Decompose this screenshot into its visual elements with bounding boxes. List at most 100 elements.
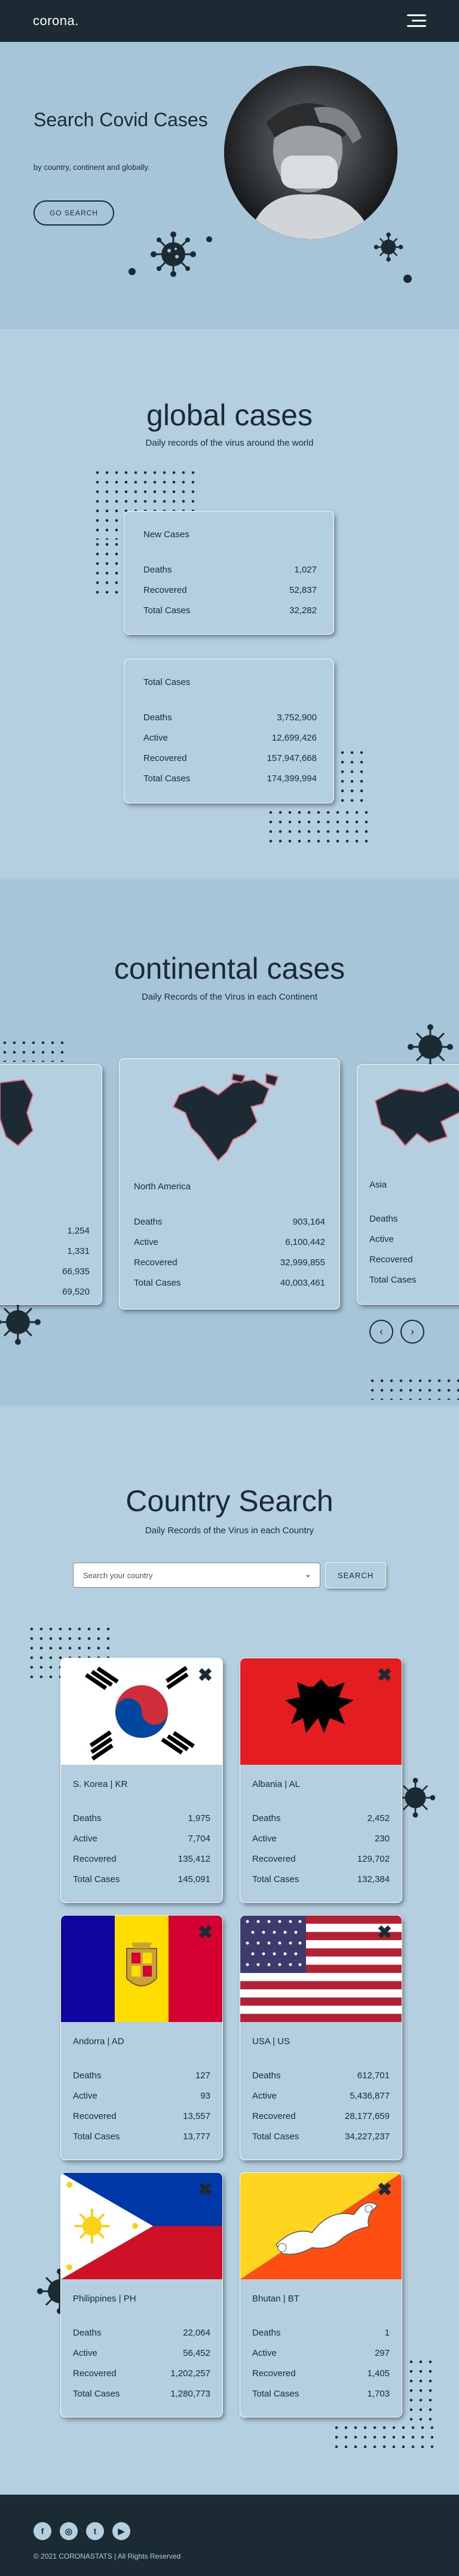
- dot-pattern: [266, 808, 368, 844]
- total-cases-card: Total Cases Deaths 3,752,900 Active 12,699…: [124, 659, 333, 803]
- twitter-icon[interactable]: t: [86, 2522, 104, 2540]
- stats-list: Deaths 3,752,900 Active 12,699,426 Recover…: [143, 707, 317, 788]
- virus-icon: [403, 275, 412, 283]
- stat-row: Deaths 3,752,900: [143, 712, 317, 723]
- continent-card-north-america[interactable]: North America Deaths 903,164 Active 6,100,…: [120, 1059, 339, 1309]
- stat-row: Total Cases 13,777: [73, 2131, 210, 2142]
- country-card-al[interactable]: ✖ Albania | AL Deaths 2,452 Active 230 Rec…: [240, 1658, 402, 1902]
- stat-row: Deaths 903,164: [134, 1216, 325, 1227]
- continental-section: continental cases Daily Records of the V…: [0, 879, 459, 1406]
- stat-row: 66,935: [62, 1266, 90, 1277]
- close-icon[interactable]: ✖: [198, 2181, 213, 2199]
- country-card-kr[interactable]: ✖ S. Korea | KR Deaths 1,975 Active 7,704 …: [61, 1658, 222, 1902]
- dot-pattern: [93, 540, 121, 599]
- north-america-map-icon: [172, 1073, 279, 1162]
- stat-row: Active 297: [252, 2347, 390, 2358]
- stats-list: Deaths 612,701 Active 5,436,877 Recovered 2…: [252, 2065, 390, 2146]
- close-icon[interactable]: ✖: [377, 1924, 392, 1942]
- stats-list: Deaths 22,064 Active 56,452 Recovered 1,202…: [73, 2322, 210, 2404]
- country-name: S. Korea | KR: [73, 1779, 128, 1789]
- virus-icon: [374, 232, 403, 262]
- stat-row: Deaths: [369, 1213, 398, 1224]
- country-search-subtitle: Daily Records of the Virus in each Count…: [145, 1525, 314, 1536]
- stat-row: Recovered 13,557: [73, 2111, 210, 2121]
- virus-icon: [151, 232, 196, 277]
- country-card-ad[interactable]: ✖ Andorra | AD Deaths 127 Active 93 Recove…: [61, 1916, 222, 2160]
- stat-row: Deaths 1,027: [143, 564, 317, 575]
- close-icon[interactable]: ✖: [377, 2181, 392, 2199]
- stat-row: Deaths 22,064: [73, 2327, 210, 2338]
- facebook-icon[interactable]: f: [33, 2522, 51, 2540]
- stat-row: Total Cases 1,280,773: [73, 2388, 210, 2399]
- dot-pattern: [0, 1038, 66, 1062]
- stat-row: 1,254: [67, 1225, 90, 1236]
- continent-name: North America: [134, 1182, 191, 1192]
- stat-row: Deaths 127: [73, 2070, 210, 2081]
- hamburger-menu-icon[interactable]: [407, 14, 426, 28]
- stats-list: Deaths 2,452 Active 230 Recovered 129,702 T…: [252, 1808, 390, 1889]
- stat-row: 69,520: [62, 1286, 90, 1297]
- country-name: Andorra | AD: [73, 2036, 124, 2047]
- close-icon[interactable]: ✖: [198, 1924, 213, 1942]
- go-search-button[interactable]: GO SEARCH: [33, 200, 114, 226]
- search-button[interactable]: SEARCH: [326, 1563, 385, 1588]
- continent-card-partial-left[interactable]: 1,254 1,331 66,935 69,520: [0, 1065, 102, 1304]
- stat-row: Total Cases: [369, 1274, 417, 1285]
- hero-portrait-image: [224, 66, 397, 239]
- continent-card-asia[interactable]: Asia Deaths Active Recovered Total Cases: [357, 1065, 459, 1304]
- global-subtitle: Daily records of the virus around the wo…: [145, 438, 314, 448]
- stat-row: Recovered 1,405: [252, 2368, 390, 2379]
- youtube-icon[interactable]: ▶: [112, 2522, 130, 2540]
- global-title: global cases: [146, 398, 313, 432]
- virus-icon: [128, 268, 136, 275]
- country-name: USA | US: [252, 2036, 290, 2047]
- country-search-input[interactable]: Search your country ⌄: [73, 1563, 320, 1588]
- stat-row: Recovered 52,837: [143, 584, 317, 595]
- prev-arrow-button[interactable]: ‹: [369, 1320, 393, 1344]
- stat-row: Active 93: [73, 2090, 210, 2101]
- country-card-ph[interactable]: ✖ Philippines | PH Deaths 22,064 Active 56…: [61, 2173, 222, 2417]
- stat-row: Active 56,452: [73, 2347, 210, 2358]
- search-placeholder: Search your country: [83, 1570, 153, 1580]
- stat-row: Recovered 129,702: [252, 1853, 390, 1864]
- site-logo[interactable]: corona.: [33, 13, 79, 29]
- stats-list: Deaths Active Recovered Total Cases: [369, 1208, 459, 1290]
- virus-icon: [0, 1299, 41, 1345]
- stat-row: Recovered 32,999,855: [134, 1257, 325, 1268]
- continental-subtitle: Daily Records of the Virus in each Conti…: [141, 992, 318, 1002]
- stat-row: Deaths 1: [252, 2327, 390, 2338]
- country-card-us[interactable]: ✖ USA | US Deaths 612,701 Active 5,436,877…: [240, 1916, 402, 2160]
- stat-row: Active 5,436,877: [252, 2090, 390, 2101]
- country-name: Bhutan | BT: [252, 2294, 299, 2304]
- copyright-text: © 2021 CORONASTATS | All Rights Reserved: [33, 2552, 181, 2560]
- continent-name: Asia: [369, 1180, 387, 1190]
- close-icon[interactable]: ✖: [198, 1667, 213, 1685]
- instagram-icon[interactable]: ◎: [60, 2522, 78, 2540]
- stat-row: Total Cases 145,091: [73, 1874, 210, 1884]
- stats-list: Deaths 1,975 Active 7,704 Recovered 135,412…: [73, 1808, 210, 1889]
- stat-row: Total Cases 32,282: [143, 605, 317, 616]
- top-nav: corona.: [0, 0, 459, 42]
- stat-row: Active: [369, 1234, 394, 1244]
- country-card-bt[interactable]: ✖ Bhutan | BT Deaths 1 Active 297 Recovere…: [240, 2173, 402, 2417]
- stat-row: Total Cases 132,384: [252, 1874, 390, 1884]
- next-arrow-button[interactable]: ›: [400, 1320, 424, 1344]
- continent-map-icon: [0, 1079, 34, 1147]
- stat-row: Deaths 612,701: [252, 2070, 390, 2081]
- stat-row: Active 12,699,426: [143, 732, 317, 743]
- country-search-title: Country Search: [126, 1484, 333, 1518]
- stat-row: Recovered 28,177,659: [252, 2111, 390, 2121]
- stat-row: Total Cases 174,399,994: [143, 773, 317, 784]
- chevron-down-icon[interactable]: ⌄: [304, 1569, 311, 1579]
- stat-row: Deaths 2,452: [252, 1813, 390, 1823]
- stats-list: Deaths 127 Active 93 Recovered 13,557 Total…: [73, 2065, 210, 2146]
- stats-list: Deaths 903,164 Active 6,100,442 Recovered 3…: [134, 1211, 325, 1293]
- virus-icon: [206, 236, 212, 242]
- stat-row: Active 230: [252, 1833, 390, 1844]
- new-cases-card: New Cases Deaths 1,027 Recovered 52,837 To…: [124, 511, 333, 634]
- close-icon[interactable]: ✖: [377, 1667, 392, 1685]
- dot-pattern: [338, 748, 366, 808]
- stats-list: Deaths 1,027 Recovered 52,837 Total Cases 3…: [143, 559, 317, 620]
- stat-row: Recovered 135,412: [73, 1853, 210, 1864]
- dot-pattern: [368, 1376, 459, 1400]
